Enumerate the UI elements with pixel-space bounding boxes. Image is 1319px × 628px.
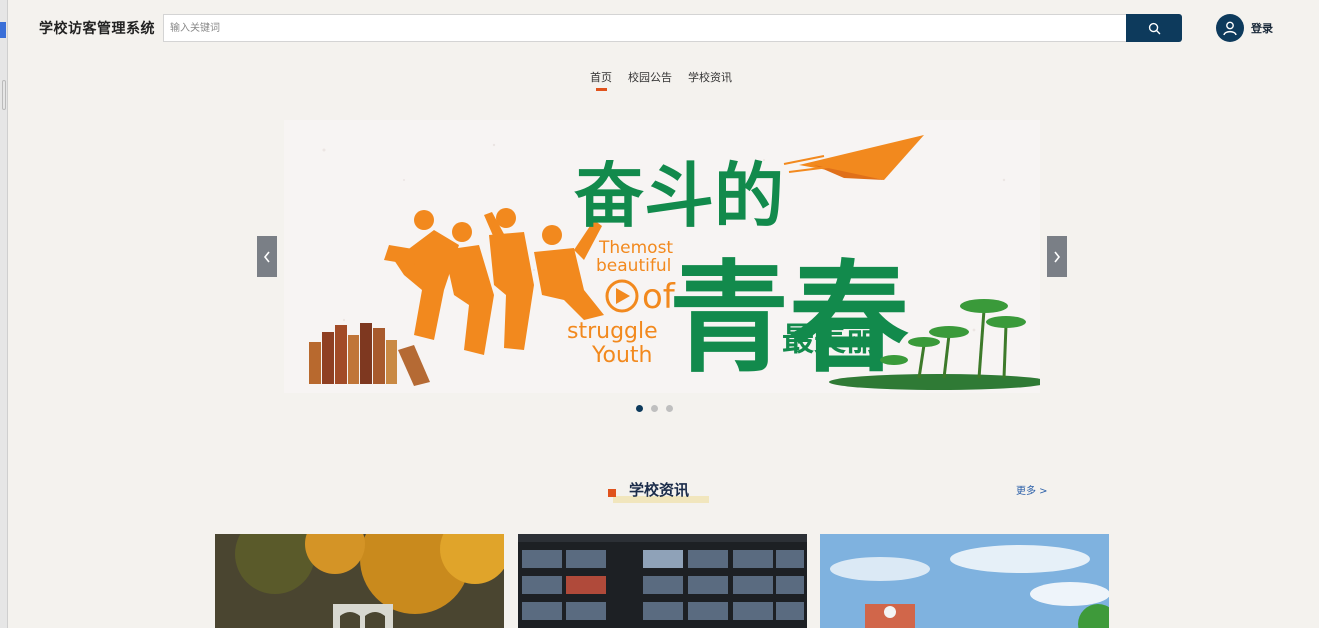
news-card-2[interactable] (518, 534, 807, 628)
section-header: 学校资讯 (607, 477, 717, 505)
nav-campus-notices[interactable]: 校园公告 (628, 69, 672, 85)
carousel-next-button[interactable] (1047, 236, 1067, 277)
login-link[interactable]: 登录 (1251, 20, 1273, 36)
section-title: 学校资讯 (629, 481, 690, 499)
svg-text:beautiful: beautiful (596, 256, 671, 276)
banner-carousel[interactable]: 奋斗的 青春 最美丽 Themost beautiful of struggle… (284, 120, 1040, 393)
banner-image: 奋斗的 青春 最美丽 Themost beautiful of struggle… (284, 120, 1040, 393)
svg-text:struggle: struggle (567, 319, 658, 344)
search-bar (163, 14, 1182, 42)
edge-scroll-handle (2, 80, 6, 110)
svg-text:Themost: Themost (598, 238, 673, 258)
more-link[interactable]: 更多 > (1016, 482, 1048, 497)
avatar[interactable] (1216, 14, 1244, 42)
section-title-marker (608, 489, 616, 497)
carousel-dot-2[interactable] (651, 405, 658, 412)
carousel-indicators (636, 405, 673, 412)
svg-text:最美丽: 最美丽 (782, 320, 878, 358)
carousel-prev-button[interactable] (257, 236, 277, 277)
news-card-1[interactable] (215, 534, 504, 628)
search-button[interactable] (1126, 14, 1182, 42)
nav-home[interactable]: 首页 (590, 69, 612, 91)
svg-text:奋斗的: 奋斗的 (574, 155, 784, 237)
nav-school-news[interactable]: 学校资讯 (688, 69, 732, 85)
carousel-dot-3[interactable] (666, 405, 673, 412)
search-input[interactable] (163, 14, 1127, 42)
svg-text:of: of (642, 277, 676, 317)
user-icon (1223, 21, 1237, 36)
chevron-right-icon (1054, 251, 1061, 262)
news-card-3[interactable] (820, 534, 1109, 628)
carousel-dot-1[interactable] (636, 405, 643, 412)
svg-text:Youth: Youth (591, 343, 653, 368)
main-nav: 首页 校园公告 学校资讯 (590, 69, 732, 91)
search-icon (1148, 22, 1160, 34)
chevron-left-icon (263, 251, 270, 262)
site-title: 学校访客管理系统 (39, 21, 155, 37)
news-card-image (215, 534, 504, 628)
news-card-image (820, 534, 1109, 628)
login-area[interactable]: 登录 (1216, 14, 1273, 42)
news-card-image (518, 534, 807, 628)
header: 学校访客管理系统 登录 (0, 0, 1319, 56)
left-window-edge (0, 0, 8, 628)
